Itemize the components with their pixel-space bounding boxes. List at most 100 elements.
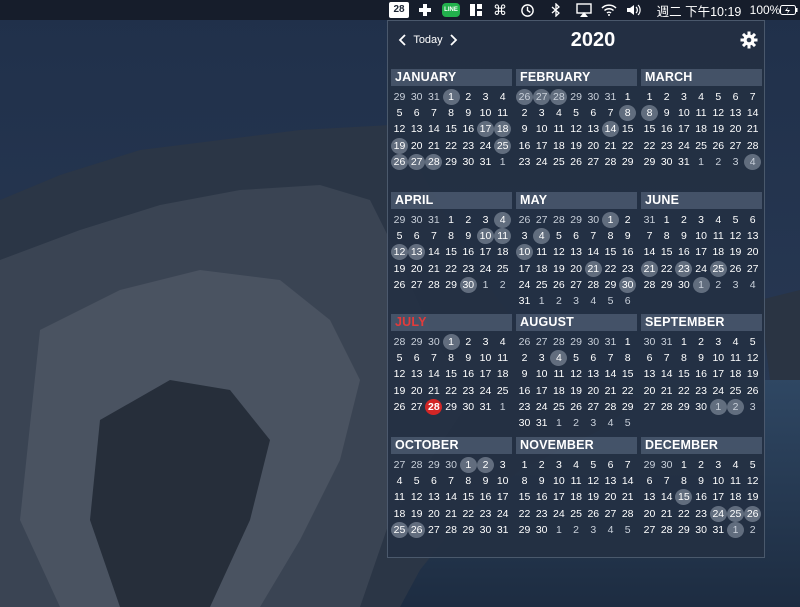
day-cell[interactable]: 5 (568, 105, 585, 121)
day-cell[interactable]: 29 (641, 457, 658, 473)
day-cell[interactable]: 4 (602, 415, 619, 431)
day-cell[interactable]: 9 (619, 228, 636, 244)
day-cell[interactable]: 30 (619, 276, 637, 293)
battery-charging-icon[interactable] (780, 0, 798, 20)
day-cell[interactable]: 1 (494, 154, 511, 170)
day-cell[interactable]: 27 (585, 154, 602, 170)
day-cell[interactable]: 29 (460, 522, 477, 538)
day-cell[interactable]: 7 (425, 228, 442, 244)
day-cell[interactable]: 17 (533, 383, 550, 399)
day-cell[interactable]: 5 (710, 89, 727, 105)
day-cell[interactable]: 22 (516, 506, 533, 522)
month-name[interactable]: FEBRUARY (516, 69, 637, 86)
line-app-icon[interactable]: LINE (441, 0, 461, 20)
day-cell[interactable]: 9 (693, 473, 710, 489)
day-cell[interactable]: 12 (568, 121, 585, 137)
today-button[interactable]: Today (410, 32, 446, 48)
day-cell[interactable]: 25 (550, 154, 567, 170)
day-cell[interactable]: 11 (727, 473, 744, 489)
day-cell[interactable]: 30 (693, 522, 710, 538)
day-cell[interactable]: 20 (727, 121, 744, 137)
day-cell[interactable]: 21 (443, 506, 460, 522)
airplay-icon[interactable] (574, 0, 594, 20)
day-cell[interactable]: 15 (460, 489, 477, 505)
day-cell[interactable]: 6 (408, 105, 425, 121)
command-key-icon[interactable]: ⌘ (491, 0, 509, 20)
day-cell[interactable]: 1 (494, 399, 511, 415)
day-cell[interactable]: 21 (425, 261, 442, 277)
day-cell[interactable]: 16 (516, 383, 533, 399)
day-cell[interactable]: 12 (727, 228, 744, 244)
day-cell[interactable]: 30 (443, 457, 460, 473)
day-cell[interactable]: 22 (443, 261, 460, 277)
day-cell[interactable]: 20 (585, 138, 602, 154)
day-cell[interactable]: 28 (550, 212, 567, 228)
day-cell[interactable]: 23 (516, 399, 533, 415)
day-cell[interactable]: 17 (675, 121, 692, 137)
day-cell[interactable]: 11 (710, 228, 727, 244)
day-cell[interactable]: 25 (494, 383, 511, 399)
day-cell[interactable]: 25 (727, 505, 744, 522)
day-cell[interactable]: 8 (516, 473, 533, 489)
day-cell[interactable]: 31 (641, 212, 658, 228)
day-cell[interactable]: 10 (710, 473, 727, 489)
day-cell[interactable]: 10 (533, 121, 550, 137)
day-cell[interactable]: 25 (494, 261, 511, 277)
day-cell[interactable]: 13 (641, 489, 658, 505)
day-cell[interactable]: 8 (658, 228, 675, 244)
day-cell[interactable]: 18 (693, 121, 710, 137)
day-cell[interactable]: 31 (602, 334, 619, 350)
previous-year-button[interactable] (395, 32, 411, 48)
day-cell[interactable]: 7 (602, 350, 619, 366)
day-cell[interactable]: 29 (391, 89, 408, 105)
day-cell[interactable]: 28 (658, 399, 675, 415)
day-cell[interactable]: 23 (533, 506, 550, 522)
day-cell[interactable]: 31 (710, 522, 727, 538)
day-cell[interactable]: 19 (568, 138, 585, 154)
day-cell[interactable]: 29 (568, 89, 585, 105)
day-cell[interactable]: 30 (658, 457, 675, 473)
day-cell[interactable]: 1 (516, 457, 533, 473)
day-cell[interactable]: 23 (516, 154, 533, 170)
day-cell[interactable]: 25 (709, 260, 727, 277)
month-name[interactable]: MARCH (641, 69, 762, 86)
day-cell[interactable]: 27 (533, 89, 551, 105)
day-cell[interactable]: 2 (693, 457, 710, 473)
day-cell[interactable]: 21 (602, 383, 619, 399)
day-cell[interactable]: 27 (408, 277, 425, 293)
day-cell[interactable]: 17 (550, 489, 567, 505)
day-cell[interactable]: 7 (658, 350, 675, 366)
day-cell[interactable]: 28 (425, 277, 442, 293)
day-cell[interactable]: 22 (675, 506, 692, 522)
day-cell[interactable]: 7 (425, 350, 442, 366)
day-cell[interactable]: 14 (658, 489, 675, 505)
day-cell[interactable]: 22 (619, 138, 636, 154)
day-cell[interactable]: 2 (460, 89, 477, 105)
day-cell[interactable]: 29 (391, 212, 408, 228)
day-cell[interactable]: 5 (744, 457, 761, 473)
day-cell[interactable]: 24 (675, 138, 692, 154)
day-cell[interactable]: 30 (675, 277, 692, 293)
day-cell[interactable]: 23 (460, 261, 477, 277)
day-cell[interactable]: 12 (744, 473, 761, 489)
day-cell[interactable]: 4 (568, 457, 585, 473)
day-cell[interactable]: 9 (460, 105, 477, 121)
day-cell[interactable]: 26 (391, 277, 408, 293)
day-cell[interactable]: 12 (568, 366, 585, 382)
day-cell[interactable]: 16 (675, 244, 692, 260)
day-cell[interactable]: 5 (568, 350, 585, 366)
day-cell[interactable]: 16 (460, 121, 477, 137)
day-cell[interactable]: 3 (585, 522, 602, 538)
day-cell[interactable]: 15 (443, 366, 460, 382)
day-cell[interactable]: 21 (425, 383, 442, 399)
day-cell[interactable]: 12 (408, 489, 425, 505)
day-cell[interactable]: 17 (477, 244, 494, 260)
day-cell[interactable]: 23 (619, 261, 636, 277)
day-cell[interactable]: 6 (641, 473, 658, 489)
day-cell[interactable]: 26 (744, 383, 761, 399)
day-cell[interactable]: 16 (460, 244, 477, 260)
day-cell[interactable]: 6 (568, 228, 585, 244)
day-cell[interactable]: 22 (460, 506, 477, 522)
window-layout-icon[interactable] (467, 0, 485, 20)
day-cell[interactable]: 6 (425, 473, 442, 489)
